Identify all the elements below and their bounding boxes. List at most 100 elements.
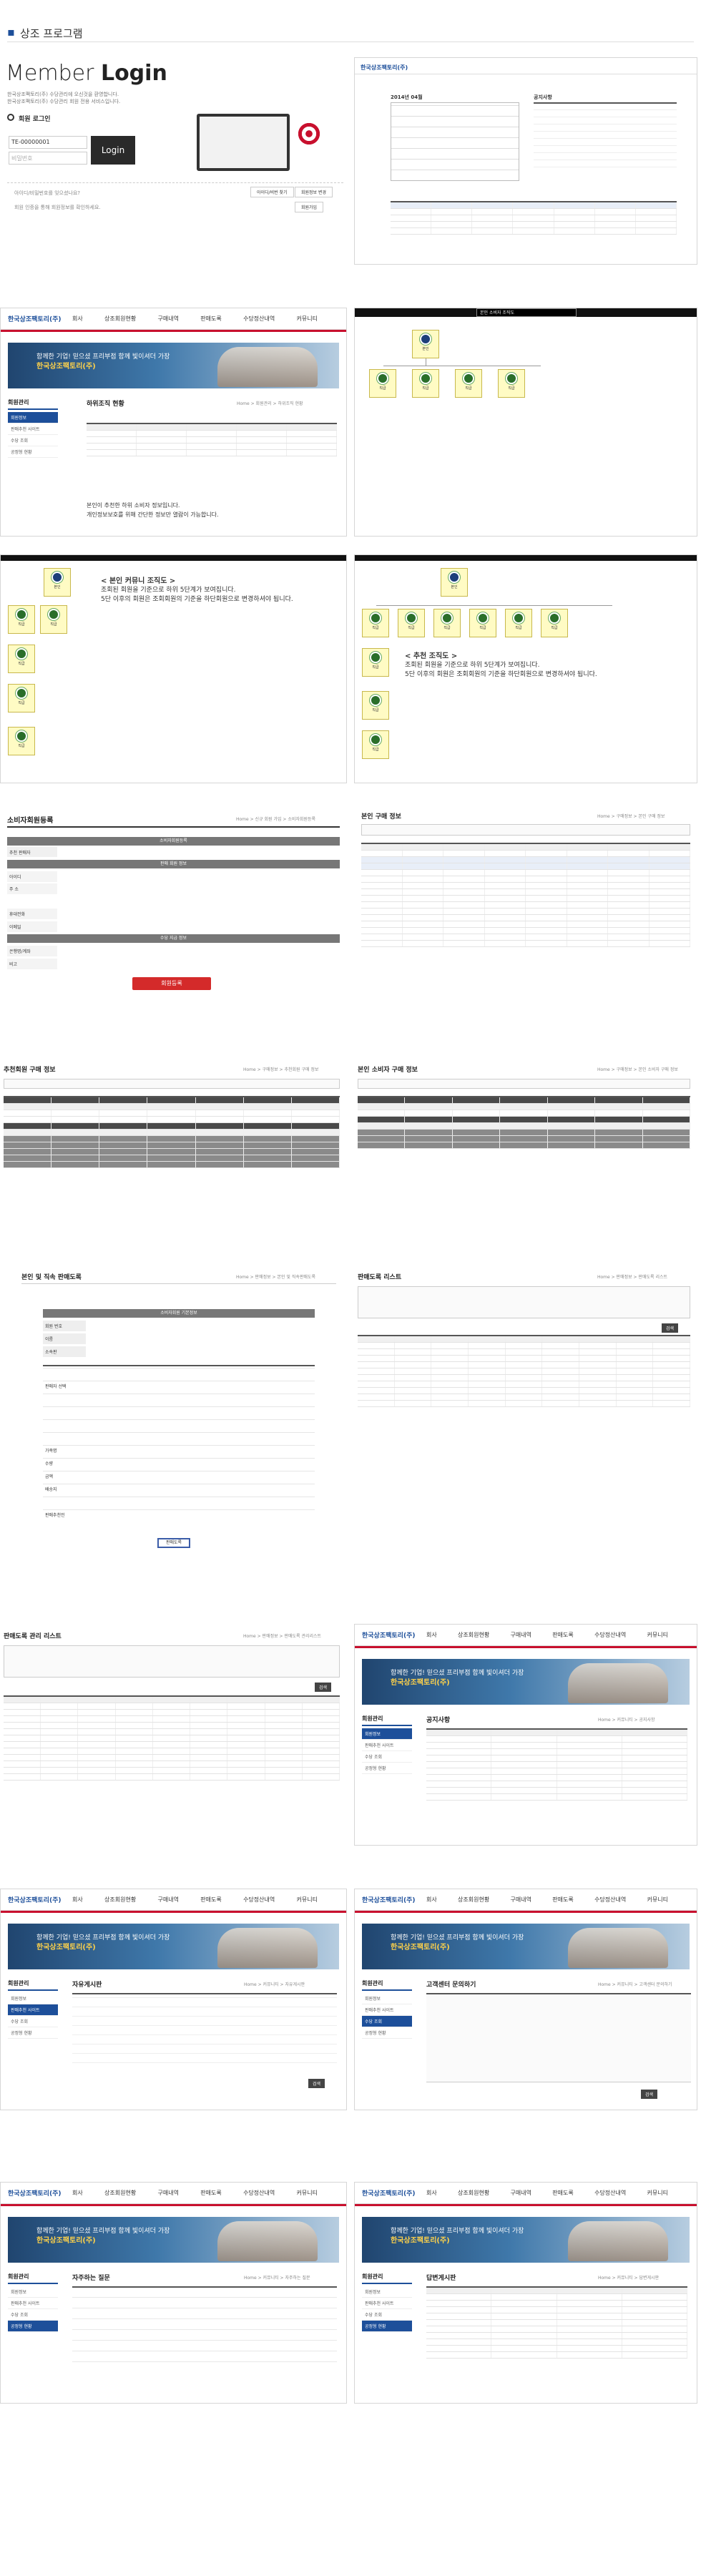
search-button[interactable]: 검색 — [315, 1683, 332, 1692]
nav-item[interactable]: 수당정산내역 — [243, 2189, 275, 2197]
nav-item[interactable]: 커뮤니티 — [297, 315, 318, 323]
nav-item[interactable]: 구매내역 — [158, 315, 179, 323]
register-button[interactable]: 회원가입 — [295, 202, 324, 212]
nav-item[interactable]: 판매도록 — [200, 1896, 221, 1904]
nav-item[interactable]: 상조회원현황 — [104, 2189, 136, 2197]
org-search-input[interactable]: 본인 소비자 조직도 — [476, 308, 577, 317]
nav-item[interactable]: 구매내역 — [511, 1631, 531, 1639]
sidebar-item[interactable]: 수당 조회 — [8, 2309, 58, 2321]
org-node[interactable]: 직급 — [412, 369, 439, 398]
nav-item[interactable]: 커뮤니티 — [297, 1896, 318, 1904]
sidebar-item[interactable]: 공정형 현황 — [362, 2027, 412, 2039]
radio-label[interactable]: 회원 로그인 — [19, 114, 51, 123]
sidebar-item[interactable]: 회원정보 — [8, 1993, 58, 2004]
org-node[interactable]: 직급 — [8, 645, 35, 673]
sidebar-item[interactable]: 수당 조회 — [362, 1751, 412, 1763]
sidebar-item[interactable]: 수당 조회 — [8, 435, 58, 446]
nav-item[interactable]: 구매내역 — [158, 1896, 179, 1904]
nav-item[interactable]: 회사 — [426, 1631, 437, 1639]
breadcrumb: Home > 커뮤니티 > 공지사항 — [598, 1718, 655, 1723]
org-node-top[interactable]: 본인 — [412, 330, 439, 358]
nav-item[interactable]: 수당정산내역 — [594, 2189, 626, 2197]
nav-item[interactable]: 상조회원현황 — [458, 1631, 489, 1639]
org-node[interactable]: 직급 — [362, 609, 389, 637]
sales-register-button[interactable]: 판매도록 — [157, 1538, 190, 1548]
sidebar-item[interactable]: 회원정보 — [362, 2286, 412, 2298]
nav-item[interactable]: 커뮤니티 — [647, 2189, 668, 2197]
nav-item[interactable]: 수당정산내역 — [243, 1896, 275, 1904]
nav-item[interactable]: 판매도록 — [200, 2189, 221, 2197]
org-node[interactable]: 직급 — [505, 609, 532, 637]
org-node-top[interactable]: 본인 — [44, 568, 71, 597]
nav-item[interactable]: 회사 — [72, 2189, 83, 2197]
nav-item[interactable]: 회사 — [426, 2189, 437, 2197]
sidebar-item[interactable]: 회원정보 — [362, 1728, 412, 1740]
org-node-top[interactable]: 본인 — [441, 568, 468, 597]
org-node[interactable]: 직급 — [362, 730, 389, 759]
id-input[interactable]: TE-00000001 — [9, 136, 87, 149]
sidebar-item[interactable]: 회원정보 — [8, 412, 58, 423]
nav-item[interactable]: 상조회원현황 — [458, 1896, 489, 1904]
sidebar-item[interactable]: 회원정보 — [362, 1993, 412, 2004]
org-node[interactable]: 직급 — [498, 369, 525, 398]
nav-item[interactable]: 수당정산내역 — [243, 315, 275, 323]
org-node[interactable]: 직급 — [8, 605, 35, 634]
sidebar-item[interactable]: 수당 조회 — [8, 2016, 58, 2027]
nav-item[interactable]: 회사 — [426, 1896, 437, 1904]
nav-item[interactable]: 상조회원현황 — [458, 2189, 489, 2197]
org-node[interactable]: 직급 — [40, 605, 67, 634]
nav-item[interactable]: 수당정산내역 — [594, 1896, 626, 1904]
org-node[interactable]: 직급 — [541, 609, 568, 637]
sidebar-item[interactable]: 판매추천 사이트 — [8, 2004, 58, 2016]
password-input[interactable]: 비밀번호 — [9, 152, 87, 165]
nav-item[interactable]: 구매내역 — [158, 2189, 179, 2197]
sidebar-item[interactable]: 공정형 현황 — [8, 2321, 58, 2332]
register-submit-button[interactable]: 회원등록 — [132, 977, 211, 990]
nav-item[interactable]: 회사 — [72, 315, 83, 323]
nav-item[interactable]: 커뮤니티 — [647, 1896, 668, 1904]
nav-item[interactable]: 판매도록 — [200, 315, 221, 323]
sidebar-item[interactable]: 판매추천 사이트 — [8, 423, 58, 435]
sidebar-item[interactable]: 수당 조회 — [362, 2016, 412, 2027]
find-id-button[interactable]: 아이디/비번 찾기 — [250, 187, 294, 197]
org-node[interactable]: 직급 — [8, 727, 35, 755]
nav-item[interactable]: 판매도록 — [552, 2189, 573, 2197]
org-node[interactable]: 직급 — [455, 369, 482, 398]
org-node[interactable]: 직급 — [398, 609, 425, 637]
list-button[interactable]: 검색 — [308, 2079, 325, 2088]
nav-item[interactable]: 판매도록 — [552, 1896, 573, 1904]
nav-item[interactable]: 상조회원현황 — [104, 315, 136, 323]
sidebar-item[interactable]: 공정형 현황 — [362, 2321, 412, 2332]
sidebar-item[interactable]: 판매추천 사이트 — [362, 2298, 412, 2309]
org-node[interactable]: 직급 — [469, 609, 496, 637]
org-node[interactable]: 직급 — [362, 648, 389, 677]
nav-item[interactable]: 구매내역 — [511, 1896, 531, 1904]
sidebar-item[interactable]: 판매추천 사이트 — [8, 2298, 58, 2309]
sidebar-item[interactable]: 수당 조회 — [362, 2309, 412, 2321]
sidebar-item[interactable]: 회원정보 — [8, 2286, 58, 2298]
nav-item[interactable]: 판매도록 — [552, 1631, 573, 1639]
nav-item[interactable]: 커뮤니티 — [647, 1631, 668, 1639]
nav-item[interactable]: 상조회원현황 — [104, 1896, 136, 1904]
login-button[interactable]: Login — [91, 136, 135, 165]
sidebar-item[interactable]: 판매추천 사이트 — [362, 1740, 412, 1751]
sidebar-item[interactable]: 공정형 현황 — [8, 2027, 58, 2039]
nav-item[interactable]: 회사 — [72, 1896, 83, 1904]
sidebar-item[interactable]: 판매추천 사이트 — [362, 2004, 412, 2016]
search-box — [358, 1079, 690, 1089]
nav-item[interactable]: 커뮤니티 — [297, 2189, 318, 2197]
radio-icon[interactable] — [7, 114, 14, 121]
org-node[interactable]: 직급 — [433, 609, 461, 637]
content-title: 본인 소비자 구매 정보 — [358, 1067, 418, 1074]
submit-button[interactable]: 검색 — [641, 2090, 658, 2099]
nav-item[interactable]: 수당정산내역 — [594, 1631, 626, 1639]
org-node[interactable]: 직급 — [362, 691, 389, 720]
change-info-button[interactable]: 회원정보 변경 — [295, 187, 333, 197]
sidebar-item[interactable]: 공정형 현황 — [8, 446, 58, 458]
org-node[interactable]: 직급 — [8, 684, 35, 712]
nav-item[interactable]: 구매내역 — [511, 2189, 531, 2197]
org-node[interactable]: 직급 — [369, 369, 396, 398]
sidebar-item[interactable]: 공정형 현황 — [362, 1763, 412, 1774]
search-button[interactable]: 검색 — [662, 1323, 679, 1333]
section-header: 소비자회원등록 — [7, 837, 340, 846]
